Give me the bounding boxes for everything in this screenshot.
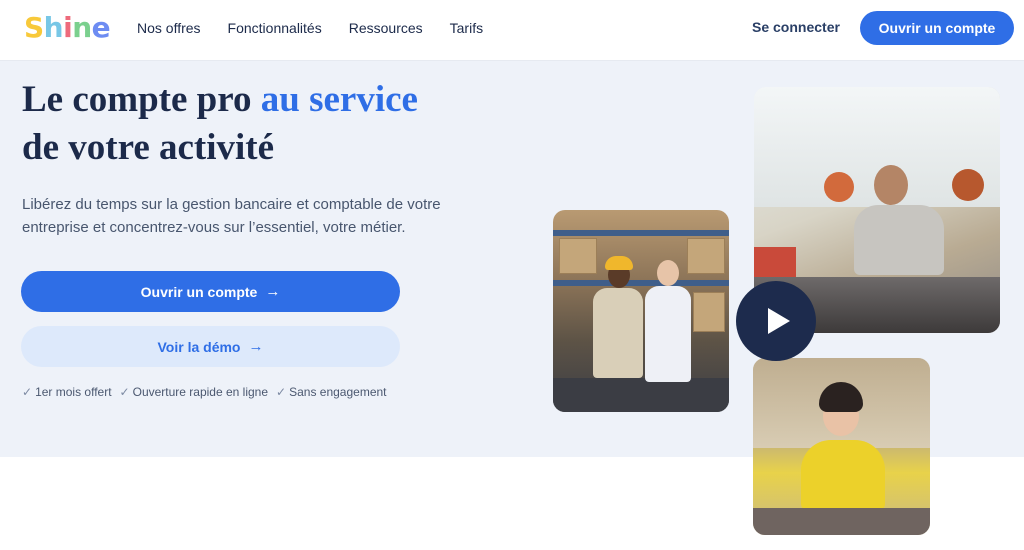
perk-item: ✓ Sans engagement (276, 385, 386, 399)
open-account-button[interactable]: Ouvrir un compte → (21, 271, 400, 312)
nav-link-fonctionnalites[interactable]: Fonctionnalités (228, 20, 322, 36)
arrow-right-icon: → (248, 338, 264, 355)
person (593, 288, 643, 378)
books (754, 247, 796, 277)
logo-letter: e (91, 11, 111, 44)
beanie (605, 256, 633, 270)
nav-link-offres[interactable]: Nos offres (137, 20, 201, 36)
play-video-button[interactable] (736, 281, 816, 361)
box (693, 292, 725, 332)
logo-letter: h (43, 11, 64, 44)
basketball (952, 169, 984, 201)
logo-letter: i (63, 11, 73, 44)
check-icon: ✓ (22, 385, 33, 399)
open-account-label: Ouvrir un compte (140, 283, 258, 300)
basketball (824, 172, 854, 202)
home-office-photo (753, 358, 930, 535)
floor (553, 378, 729, 412)
box (559, 238, 597, 274)
person (645, 286, 691, 382)
perk-item: ✓ Ouverture rapide en ligne (120, 385, 268, 399)
person-head (657, 260, 679, 286)
logo-letter: S (24, 11, 44, 44)
desk (753, 508, 930, 535)
hero-headline: Le compte pro au service de votre activi… (22, 76, 542, 172)
logo-letter: n (72, 11, 92, 44)
perk-item: ✓ 1er mois offert (22, 385, 112, 399)
headline-part2: de votre activité (22, 127, 275, 168)
nav-link-tarifs[interactable]: Tarifs (450, 20, 483, 36)
check-icon: ✓ (119, 385, 130, 399)
main-menu: Nos offres Fonctionnalités Ressources Ta… (137, 0, 510, 56)
shine-logo[interactable]: Shine (24, 11, 111, 44)
hero-subtitle: Libérez du temps sur la gestion bancaire… (22, 196, 441, 236)
login-link[interactable]: Se connecter (752, 19, 840, 35)
warehouse-photo (553, 210, 729, 412)
top-navbar: Shine Nos offres Fonctionnalités Ressour… (0, 0, 1024, 60)
headline-accent: au service (260, 79, 418, 120)
box (687, 238, 725, 274)
shelf (553, 230, 729, 236)
person-head (874, 165, 908, 205)
perk-label: 1er mois offert (35, 385, 112, 399)
arrow-right-icon: → (265, 283, 281, 300)
shelf (553, 280, 729, 286)
play-icon (768, 308, 790, 334)
demo-button[interactable]: Voir la démo → (21, 326, 400, 367)
header-open-account-button[interactable]: Ouvrir un compte (860, 11, 1014, 45)
check-icon: ✓ (276, 385, 287, 399)
person (801, 440, 885, 510)
nav-link-ressources[interactable]: Ressources (349, 20, 423, 36)
perks-list: ✓ 1er mois offert ✓ Ouverture rapide en … (22, 385, 395, 399)
headline-part1: Le compte pro (22, 79, 252, 120)
person (854, 205, 944, 275)
perk-label: Sans engagement (289, 385, 387, 399)
perk-label: Ouverture rapide en ligne (132, 385, 269, 399)
demo-label: Voir la démo (157, 338, 241, 355)
